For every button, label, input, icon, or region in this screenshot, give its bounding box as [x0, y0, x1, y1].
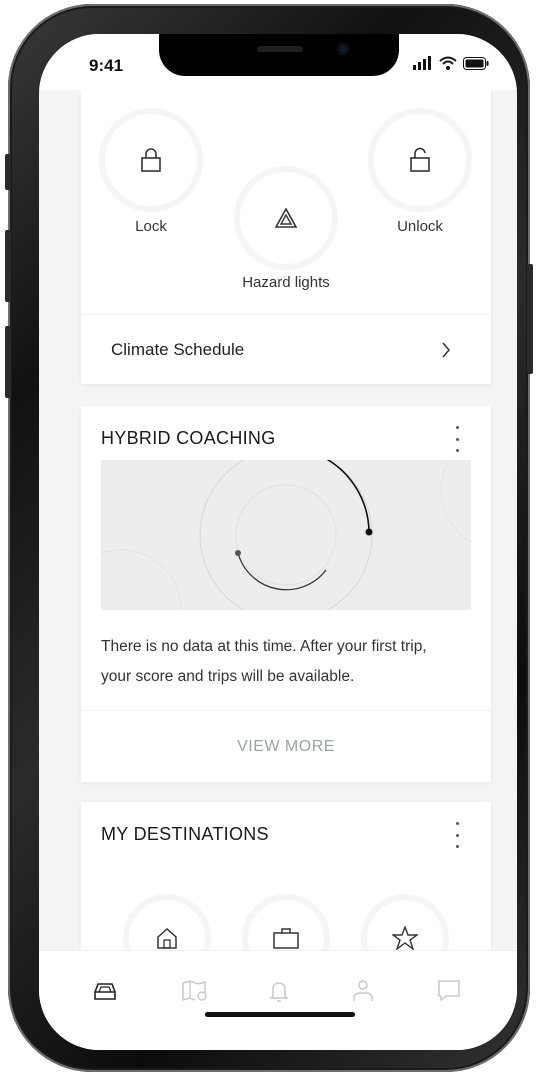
status-icons — [413, 56, 489, 70]
hybrid-coaching-more-icon[interactable] — [451, 426, 463, 452]
favorites-destination-button[interactable] — [367, 900, 443, 950]
chevron-right-icon — [442, 342, 450, 358]
tab-map[interactable] — [175, 975, 215, 1007]
map-icon — [182, 980, 207, 1001]
coaching-message-line2: your score and trips will be available. — [101, 668, 355, 685]
coaching-message-line1: There is no data at this time. After you… — [101, 638, 427, 655]
view-more-label: VIEW MORE — [237, 738, 335, 755]
hybrid-coaching-title: HYBRID COACHING — [101, 428, 276, 448]
home-indicator[interactable] — [205, 1012, 355, 1017]
tab-profile[interactable] — [343, 975, 383, 1007]
mute-switch — [5, 154, 11, 190]
screen: 9:41 Lock Hazard lights Unlock Climate S… — [39, 34, 517, 1050]
lock-label: Lock — [135, 218, 167, 235]
lock-icon — [141, 148, 161, 172]
signal-icon — [413, 56, 431, 70]
home-destination-button[interactable] — [129, 900, 205, 950]
hazard-lights-button[interactable] — [240, 172, 332, 264]
my-destinations-card: MY DESTINATIONS — [81, 802, 491, 950]
coaching-message: There is no data at this time. After you… — [101, 632, 481, 692]
battery-icon — [463, 56, 489, 70]
home-icon — [157, 927, 177, 949]
hazard-icon — [275, 208, 297, 228]
car-icon — [94, 983, 116, 1000]
tab-vehicle[interactable] — [85, 975, 125, 1007]
tab-messages[interactable] — [429, 975, 469, 1007]
unlock-icon — [410, 147, 430, 172]
star-icon — [392, 926, 418, 950]
hybrid-coaching-card: HYBRID COACHING There is no data at this… — [81, 406, 491, 782]
wifi-icon — [439, 56, 457, 70]
bell-icon — [269, 982, 289, 1002]
unlock-button[interactable] — [374, 114, 466, 206]
my-destinations-more-icon[interactable] — [451, 822, 463, 848]
climate-schedule-label: Climate Schedule — [111, 340, 245, 359]
volume-down-button — [5, 326, 11, 398]
main-scroll[interactable]: Lock Hazard lights Unlock Climate Schedu… — [39, 90, 517, 950]
score-ring-illustration — [101, 460, 471, 610]
notch — [159, 34, 399, 76]
coaching-score-graphic — [101, 460, 471, 610]
bottom-tab-bar — [39, 950, 517, 1050]
unlock-label: Unlock — [397, 218, 443, 235]
phone-frame: 9:41 Lock Hazard lights Unlock Climate S… — [5, 4, 533, 1072]
remote-controls-card: Lock Hazard lights Unlock Climate Schedu… — [81, 90, 491, 384]
briefcase-icon — [273, 928, 299, 949]
work-destination-button[interactable] — [248, 900, 324, 950]
chat-icon — [438, 980, 460, 1002]
power-button — [527, 264, 533, 374]
lock-button[interactable] — [105, 114, 197, 206]
tab-notifications[interactable] — [259, 975, 299, 1007]
my-destinations-title: MY DESTINATIONS — [101, 824, 269, 844]
speaker-grille — [257, 46, 303, 52]
profile-icon — [353, 980, 373, 1001]
climate-schedule-row[interactable]: Climate Schedule — [81, 314, 491, 385]
status-time: 9:41 — [89, 56, 124, 75]
hazard-lights-label: Hazard lights — [242, 274, 330, 291]
front-camera — [337, 43, 349, 55]
volume-up-button — [5, 230, 11, 302]
view-more-button[interactable]: VIEW MORE — [81, 710, 491, 783]
